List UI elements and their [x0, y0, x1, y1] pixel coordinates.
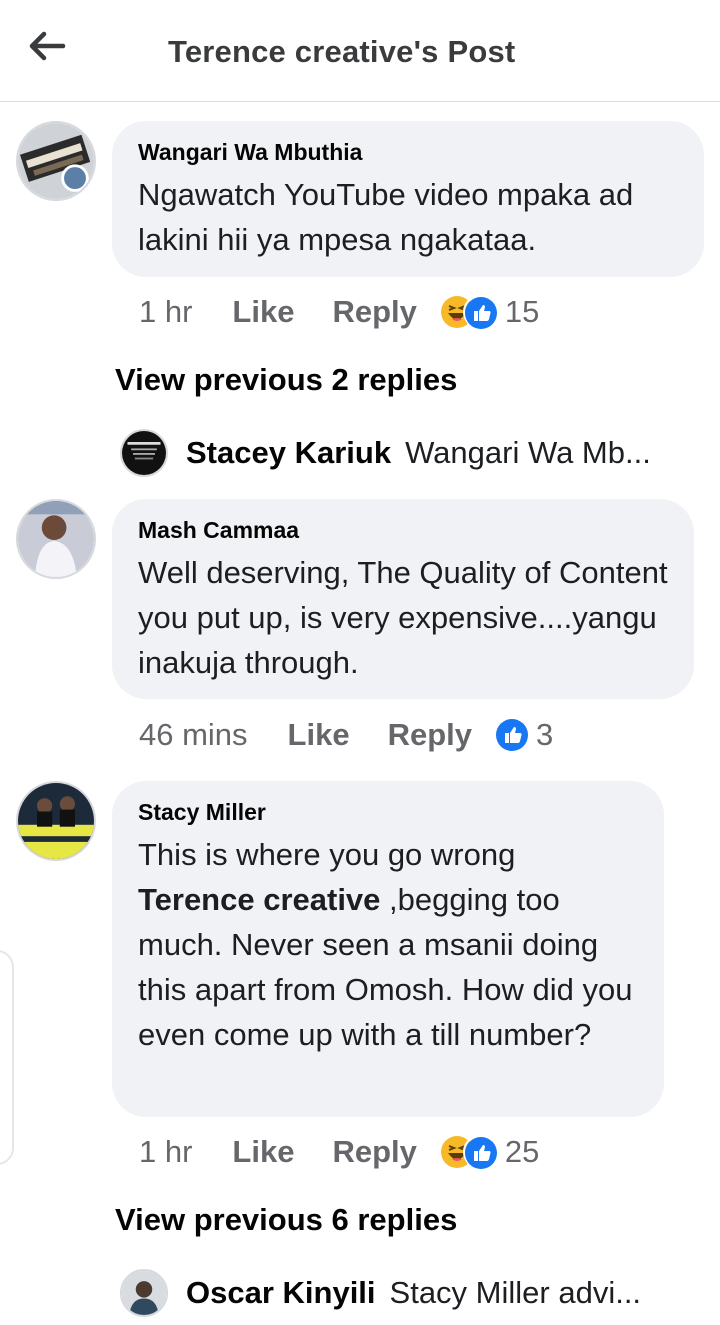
floating-panel-edge — [0, 950, 14, 1165]
reaction-count[interactable]: 3 — [536, 717, 553, 753]
avatar[interactable] — [16, 121, 96, 201]
reply-snippet: Stacy Miller advi... — [389, 1275, 642, 1310]
comment-bubble[interactable]: Wangari Wa Mbuthia Ngawatch YouTube vide… — [112, 121, 704, 277]
mention-link[interactable]: Terence creative — [138, 882, 380, 917]
comment-text: Ngawatch YouTube video mpaka ad lakini h… — [138, 177, 634, 257]
like-button[interactable]: Like — [232, 294, 294, 330]
reply-button[interactable]: Reply — [388, 717, 472, 753]
reaction-count[interactable]: 15 — [505, 294, 539, 330]
reply-author[interactable]: Oscar Kinyili — [186, 1275, 376, 1311]
like-button[interactable]: Like — [288, 717, 350, 753]
like-icon — [462, 1135, 497, 1169]
reply-author[interactable]: Stacey Kariuk — [186, 435, 391, 471]
comment-actions: 1 hr Like Reply 15 — [139, 292, 539, 332]
avatar[interactable] — [120, 429, 168, 477]
view-previous-replies[interactable]: View previous 6 replies — [115, 1202, 457, 1238]
avatar[interactable] — [16, 499, 96, 579]
page-title: Terence creative's Post — [168, 34, 516, 69]
reply-snippet: Wangari Wa Mb... — [405, 435, 651, 470]
avatar[interactable] — [120, 1269, 168, 1317]
comment-text: This is where you go wrong Terence creat… — [138, 832, 638, 1057]
comment-author[interactable]: Stacy Miller — [138, 799, 638, 826]
like-icon — [496, 719, 528, 751]
view-previous-replies[interactable]: View previous 2 replies — [115, 362, 457, 398]
comment-text-start: This is where you go wrong — [138, 837, 516, 872]
comment-author[interactable]: Mash Cammaa — [138, 517, 668, 544]
like-icon — [462, 295, 497, 329]
comment-text: Well deserving, The Quality of Content y… — [138, 555, 668, 680]
reactions[interactable] — [440, 295, 497, 329]
back-button[interactable] — [22, 28, 72, 68]
comment-time[interactable]: 46 mins — [139, 717, 248, 753]
like-button[interactable]: Like — [232, 1134, 294, 1170]
comment-actions: 46 mins Like Reply 3 — [139, 715, 553, 755]
latest-reply[interactable]: Oscar Kinyili Stacy Miller advi... — [120, 1268, 641, 1318]
reply-button[interactable]: Reply — [332, 294, 416, 330]
post-header: Terence creative's Post — [0, 0, 720, 102]
latest-reply[interactable]: Stacey Kariuk Wangari Wa Mb... — [120, 428, 651, 478]
comment-author[interactable]: Wangari Wa Mbuthia — [138, 139, 678, 166]
comment-bubble[interactable]: Stacy Miller This is where you go wrong … — [112, 781, 664, 1117]
reply-button[interactable]: Reply — [332, 1134, 416, 1170]
reactions[interactable] — [440, 1135, 497, 1169]
comment-bubble[interactable]: Mash Cammaa Well deserving, The Quality … — [112, 499, 694, 699]
comment-actions: 1 hr Like Reply 25 — [139, 1132, 539, 1172]
comment-time[interactable]: 1 hr — [139, 1134, 192, 1170]
reactions[interactable] — [496, 719, 528, 751]
reaction-count[interactable]: 25 — [505, 1134, 539, 1170]
avatar[interactable] — [16, 781, 96, 861]
arrow-left-icon — [28, 31, 66, 66]
comment-time[interactable]: 1 hr — [139, 294, 192, 330]
